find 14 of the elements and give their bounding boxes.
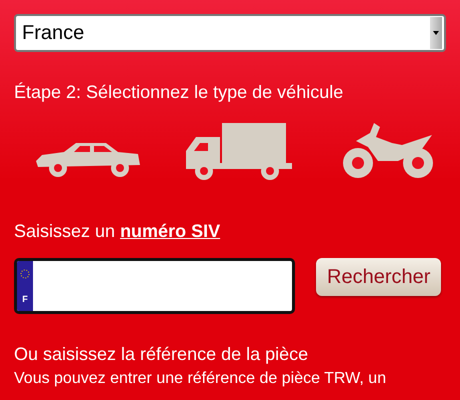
step-heading: Étape 2: Sélectionnez le type de véhicule — [14, 82, 344, 103]
eu-stars-icon — [20, 268, 30, 278]
country-select[interactable]: France — [14, 14, 446, 52]
siv-link[interactable]: numéro SIV — [120, 221, 220, 242]
siv-label: Saisissez un — [14, 221, 116, 242]
part-description: Vous pouvez entrer une référence de pièce TRW, un — [14, 370, 388, 388]
country-code: F — [22, 294, 28, 304]
search-button[interactable]: Rechercher — [316, 258, 442, 296]
plate-field[interactable]: F — [14, 258, 295, 314]
dropdown-arrow-icon — [433, 31, 439, 35]
truck-icon — [184, 123, 294, 181]
vehicle-button[interactable] — [184, 123, 294, 183]
motorbike-icon — [342, 123, 436, 181]
part-heading: Ou saisissez la référence de la pièce — [14, 344, 310, 365]
